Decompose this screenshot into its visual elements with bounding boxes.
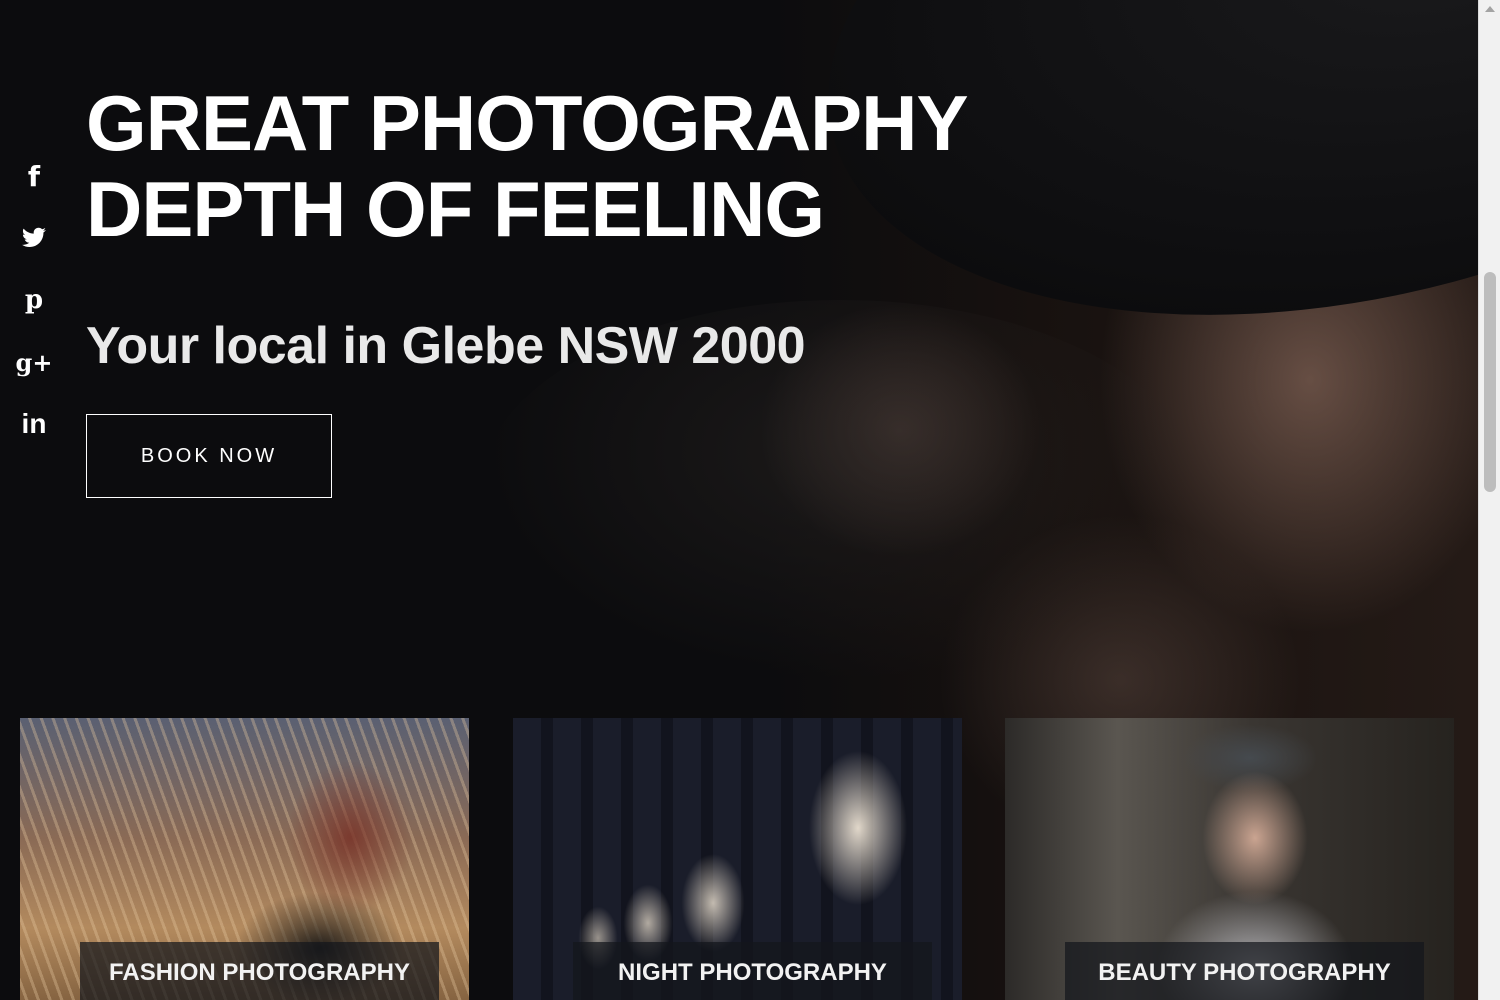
card-label[interactable]: FASHION PHOTOGRAPHY — [80, 942, 439, 1000]
facebook-icon: f — [27, 159, 41, 193]
facebook-link[interactable]: f — [14, 145, 54, 207]
linkedin-icon: in — [21, 408, 47, 439]
hero-title-line2: DEPTH OF FEELING — [86, 165, 825, 253]
google-plus-link[interactable]: g+ — [14, 331, 54, 393]
card-night-photography[interactable]: NIGHT PHOTOGRAPHY — [513, 718, 962, 1000]
card-label[interactable]: NIGHT PHOTOGRAPHY — [573, 942, 932, 1000]
scroll-up-icon[interactable] — [1485, 6, 1495, 12]
hero-subtitle: Your local in Glebe NSW 2000 — [86, 317, 806, 375]
page: f p g+ in GREAT PHOTOGRAPHY DEPTH OF FEE… — [0, 0, 1478, 1000]
linkedin-link[interactable]: in — [14, 393, 54, 455]
google-plus-icon: g+ — [15, 347, 53, 377]
hero-title: GREAT PHOTOGRAPHY DEPTH OF FEELING — [86, 79, 969, 253]
card-beauty-photography[interactable]: BEAUTY PHOTOGRAPHY — [1005, 718, 1454, 1000]
twitter-icon — [22, 227, 46, 247]
scrollbar-thumb[interactable] — [1484, 272, 1496, 492]
social-sidebar: f p g+ in — [14, 145, 54, 455]
book-now-button[interactable]: BOOK NOW — [86, 414, 332, 498]
vertical-scrollbar[interactable] — [1478, 0, 1500, 1000]
twitter-link[interactable] — [14, 207, 54, 269]
card-fashion-photography[interactable]: FASHION PHOTOGRAPHY — [20, 718, 469, 1000]
pinterest-icon: p — [24, 285, 44, 315]
card-label[interactable]: BEAUTY PHOTOGRAPHY — [1065, 942, 1424, 1000]
hero-title-line1: GREAT PHOTOGRAPHY — [86, 79, 969, 167]
pinterest-link[interactable]: p — [14, 269, 54, 331]
